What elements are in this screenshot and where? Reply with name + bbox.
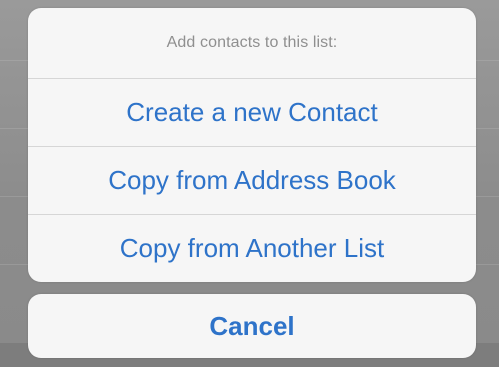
create-new-contact-button[interactable]: Create a new Contact	[28, 78, 476, 146]
cancel-button[interactable]: Cancel	[28, 294, 476, 358]
action-sheet-title: Add contacts to this list:	[166, 34, 338, 51]
copy-from-address-book-button[interactable]: Copy from Address Book	[28, 146, 476, 214]
copy-from-another-list-button[interactable]: Copy from Another List	[28, 214, 476, 282]
action-sheet: Add contacts to this list: Create a new …	[28, 8, 476, 282]
